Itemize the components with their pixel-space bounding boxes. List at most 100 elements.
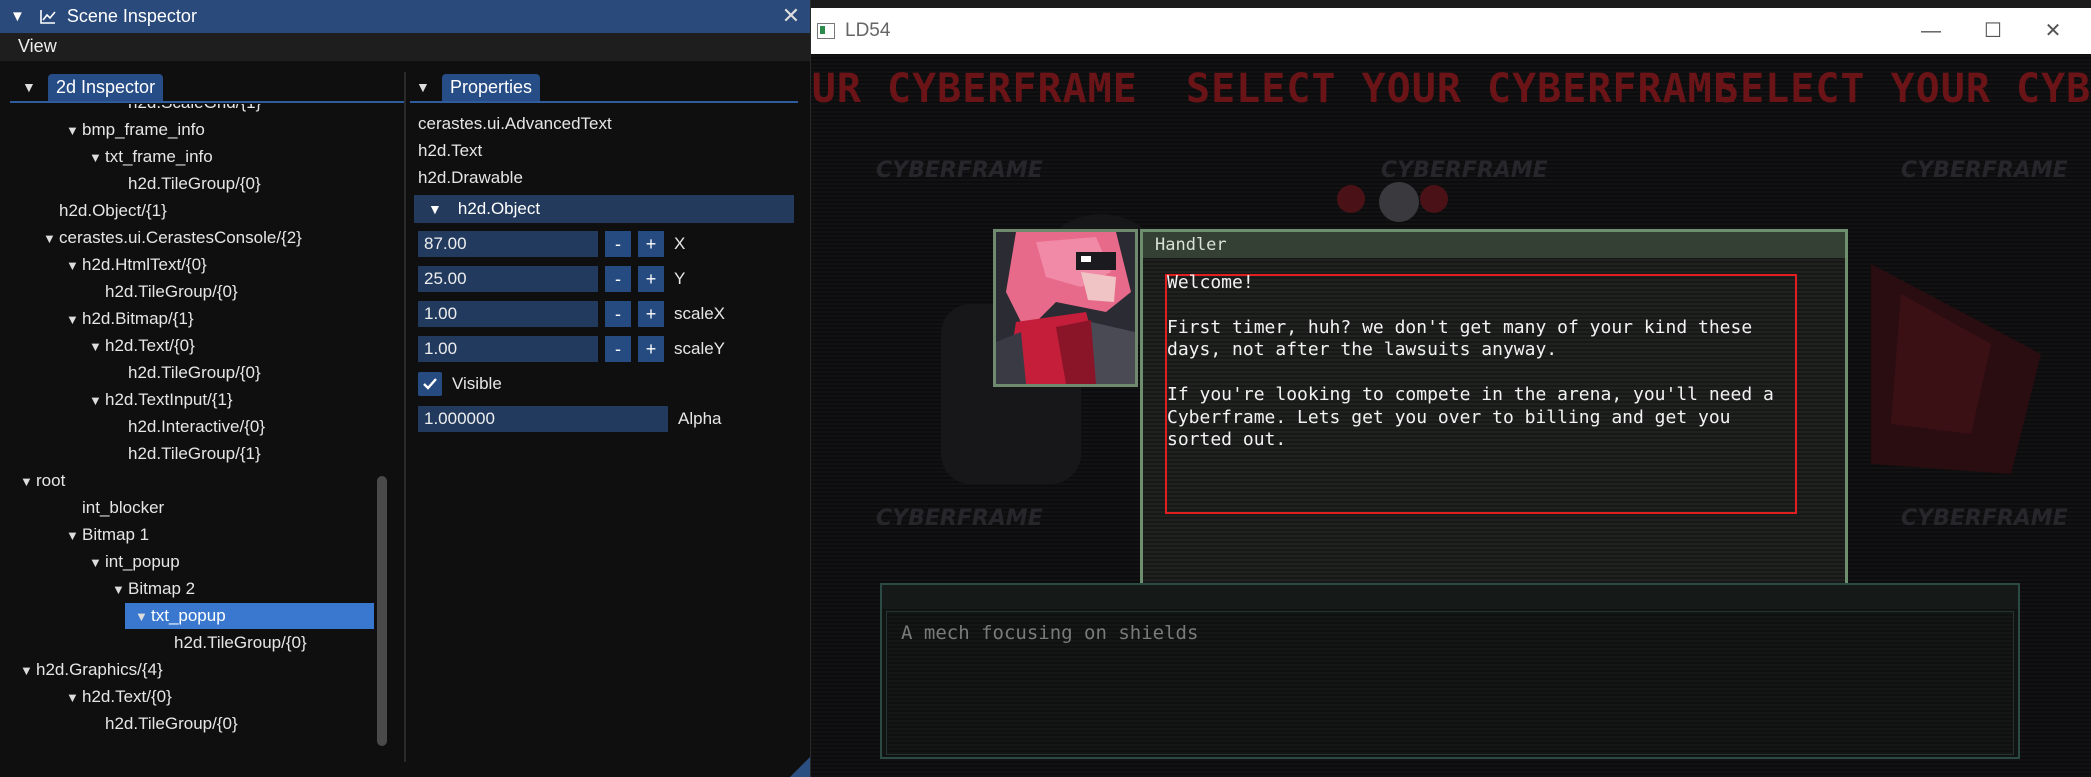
tab-2d-inspector[interactable]: 2d Inspector	[48, 73, 164, 101]
expand-arrow-icon[interactable]: ▼	[66, 253, 82, 279]
tree-node[interactable]: h2d.TileGroup/{0}	[112, 171, 261, 197]
x-label: X	[674, 234, 686, 253]
pane-splitter[interactable]	[404, 72, 406, 762]
section-h2d-object[interactable]: ▼ h2d.Object	[414, 195, 794, 223]
tree-node[interactable]: ▼ Bitmap 2	[112, 576, 195, 602]
scaley-increment-button[interactable]: +	[638, 336, 664, 362]
scaley-input[interactable]: 1.00	[418, 336, 598, 362]
y-increment-button[interactable]: +	[638, 266, 664, 292]
tree-node[interactable]: h2d.ScaleGrid/{1}	[112, 104, 261, 116]
tree-node[interactable]: h2d.TileGroup/{0}	[158, 630, 307, 656]
expand-arrow-icon[interactable]: ▼	[135, 604, 151, 630]
tab-properties[interactable]: Properties	[442, 73, 541, 101]
inspector-title-bar[interactable]: ▼ Scene Inspector ✕	[0, 0, 810, 33]
x-decrement-button[interactable]: -	[605, 231, 631, 257]
tree-node[interactable]: ▼ h2d.Graphics/{4}	[20, 657, 163, 683]
tree-node[interactable]: h2d.TileGroup/{0}	[112, 360, 261, 386]
tree-node[interactable]: ▼ h2d.Text/{0}	[89, 333, 195, 359]
tree-node[interactable]: ▼ txt_frame_info	[89, 144, 213, 170]
visible-row: Visible	[418, 370, 502, 398]
tree-node-label: h2d.TileGroup/{0}	[128, 363, 261, 382]
game-title-bar[interactable]: LD54 — ☐ ✕	[811, 8, 2091, 54]
expand-arrow-icon[interactable]: ▼	[66, 523, 82, 549]
tree-node-label: int_popup	[105, 552, 180, 571]
section-title: h2d.Object	[457, 199, 541, 218]
expand-arrow-icon[interactable]: ▼	[20, 469, 36, 495]
scaley-decrement-button[interactable]: -	[605, 336, 631, 362]
tree-node[interactable]: ▼ h2d.Bitmap/{1}	[66, 306, 194, 332]
tree-node-label: h2d.TileGroup/{0}	[105, 282, 238, 301]
tree-scrollbar-thumb[interactable]	[377, 476, 387, 746]
tree-node-label: h2d.HtmlText/{0}	[82, 255, 207, 274]
tree-node[interactable]: ▼ h2d.Text/{0}	[66, 684, 172, 710]
left-pane-header: ▼ 2d Inspector	[22, 72, 164, 102]
tree-node[interactable]: h2d.Object/{1}	[43, 198, 167, 224]
close-icon[interactable]: ✕	[778, 3, 804, 29]
tree-node-label: h2d.ScaleGrid/{1}	[128, 104, 261, 112]
right-pane-header: ▼ Properties	[416, 72, 541, 102]
tree-node[interactable]: ▼ cerastes.ui.CerastesConsole/{2}	[43, 225, 302, 251]
expand-arrow-icon[interactable]: ▼	[89, 550, 105, 576]
dialog-line: Cyberframe. Lets get you over to billing…	[1167, 407, 1731, 428]
game-title: LD54	[845, 20, 891, 41]
handler-portrait	[993, 229, 1138, 387]
x-increment-button[interactable]: +	[638, 231, 664, 257]
tree-node-label: h2d.Graphics/{4}	[36, 660, 163, 679]
maximize-icon[interactable]: ☐	[1973, 16, 2013, 46]
scene-tree: h2d.ScaleGrid/{1} ▼bmp_frame_info▼txt_fra…	[12, 104, 374, 754]
tree-node-label: h2d.Interactive/{0}	[128, 417, 266, 436]
game-viewport[interactable]: SELECT YOUR CYBERFRAME SELECT YOUR CYBER…	[811, 54, 2091, 777]
resize-grip[interactable]	[790, 757, 810, 777]
menu-view[interactable]: View	[18, 36, 57, 57]
description-panel-header	[882, 585, 2018, 609]
visible-checkbox[interactable]	[418, 372, 442, 396]
expand-arrow-icon[interactable]: ▼	[89, 388, 105, 414]
tree-node[interactable]: h2d.TileGroup/{0}	[89, 711, 238, 737]
field-row-x: 87.00 - + X	[418, 230, 685, 258]
tree-node[interactable]: h2d.TileGroup/{1}	[112, 441, 261, 467]
alpha-label: Alpha	[678, 409, 722, 428]
collapse-triangle-icon: ▼	[428, 201, 442, 217]
x-input[interactable]: 87.00	[418, 231, 598, 257]
y-decrement-button[interactable]: -	[605, 266, 631, 292]
y-label: Y	[674, 269, 686, 288]
expand-arrow-icon[interactable]: ▼	[89, 145, 105, 171]
scalex-input[interactable]: 1.00	[418, 301, 598, 327]
scalex-decrement-button[interactable]: -	[605, 301, 631, 327]
close-icon[interactable]: ✕	[2033, 16, 2073, 46]
expand-arrow-icon[interactable]: ▼	[66, 307, 82, 333]
tree-node-label: txt_popup	[151, 606, 226, 625]
mech-description-panel: A mech focusing on shields	[880, 583, 2020, 759]
alpha-input[interactable]: 1.000000	[418, 406, 668, 432]
scalex-increment-button[interactable]: +	[638, 301, 664, 327]
dialog-line: days, not after the lawsuits anyway.	[1167, 339, 1558, 360]
menu-bar: View	[0, 33, 810, 61]
menu-toggle-icon[interactable]: ▼	[22, 79, 38, 95]
expand-arrow-icon[interactable]: ▼	[89, 334, 105, 360]
tree-node-label: h2d.Object/{1}	[59, 201, 167, 220]
tree-node[interactable]: ▼ h2d.HtmlText/{0}	[66, 252, 207, 278]
tree-node[interactable]: ▼ bmp_frame_info	[66, 117, 205, 143]
y-input[interactable]: 25.00	[418, 266, 598, 292]
tree-node[interactable]: h2d.Interactive/{0}	[112, 414, 265, 440]
menu-toggle-icon[interactable]: ▼	[416, 79, 432, 95]
minimize-icon[interactable]: —	[1911, 16, 1951, 46]
inspector-title: Scene Inspector	[66, 6, 197, 26]
tree-node-selected[interactable]: ▼ txt_popup	[125, 603, 374, 629]
expand-arrow-icon[interactable]: ▼	[43, 226, 59, 252]
tree-node[interactable]: ▼ Bitmap 1	[66, 522, 149, 548]
tree-node[interactable]: h2d.TileGroup/{0}	[89, 279, 238, 305]
tree-node-label: h2d.Bitmap/{1}	[82, 309, 194, 328]
expand-arrow-icon[interactable]: ▼	[20, 658, 36, 684]
collapse-triangle-icon[interactable]: ▼	[10, 8, 25, 25]
tree-node-label: h2d.Text/{0}	[105, 336, 195, 355]
tree-node[interactable]: ▼ h2d.TextInput/{1}	[89, 387, 233, 413]
expand-arrow-icon[interactable]: ▼	[66, 118, 82, 144]
tree-node[interactable]: ▼ int_popup	[89, 549, 180, 575]
field-row-scaley: 1.00 - + scaleY	[418, 335, 725, 363]
tree-node[interactable]: ▼ root	[20, 468, 65, 494]
tree-node[interactable]: int_blocker	[66, 495, 164, 521]
expand-arrow-icon[interactable]: ▼	[66, 685, 82, 711]
expand-arrow-icon[interactable]: ▼	[112, 577, 128, 603]
dialog-box[interactable]: Handler Welcome! First timer, huh? we do…	[1140, 229, 1848, 604]
